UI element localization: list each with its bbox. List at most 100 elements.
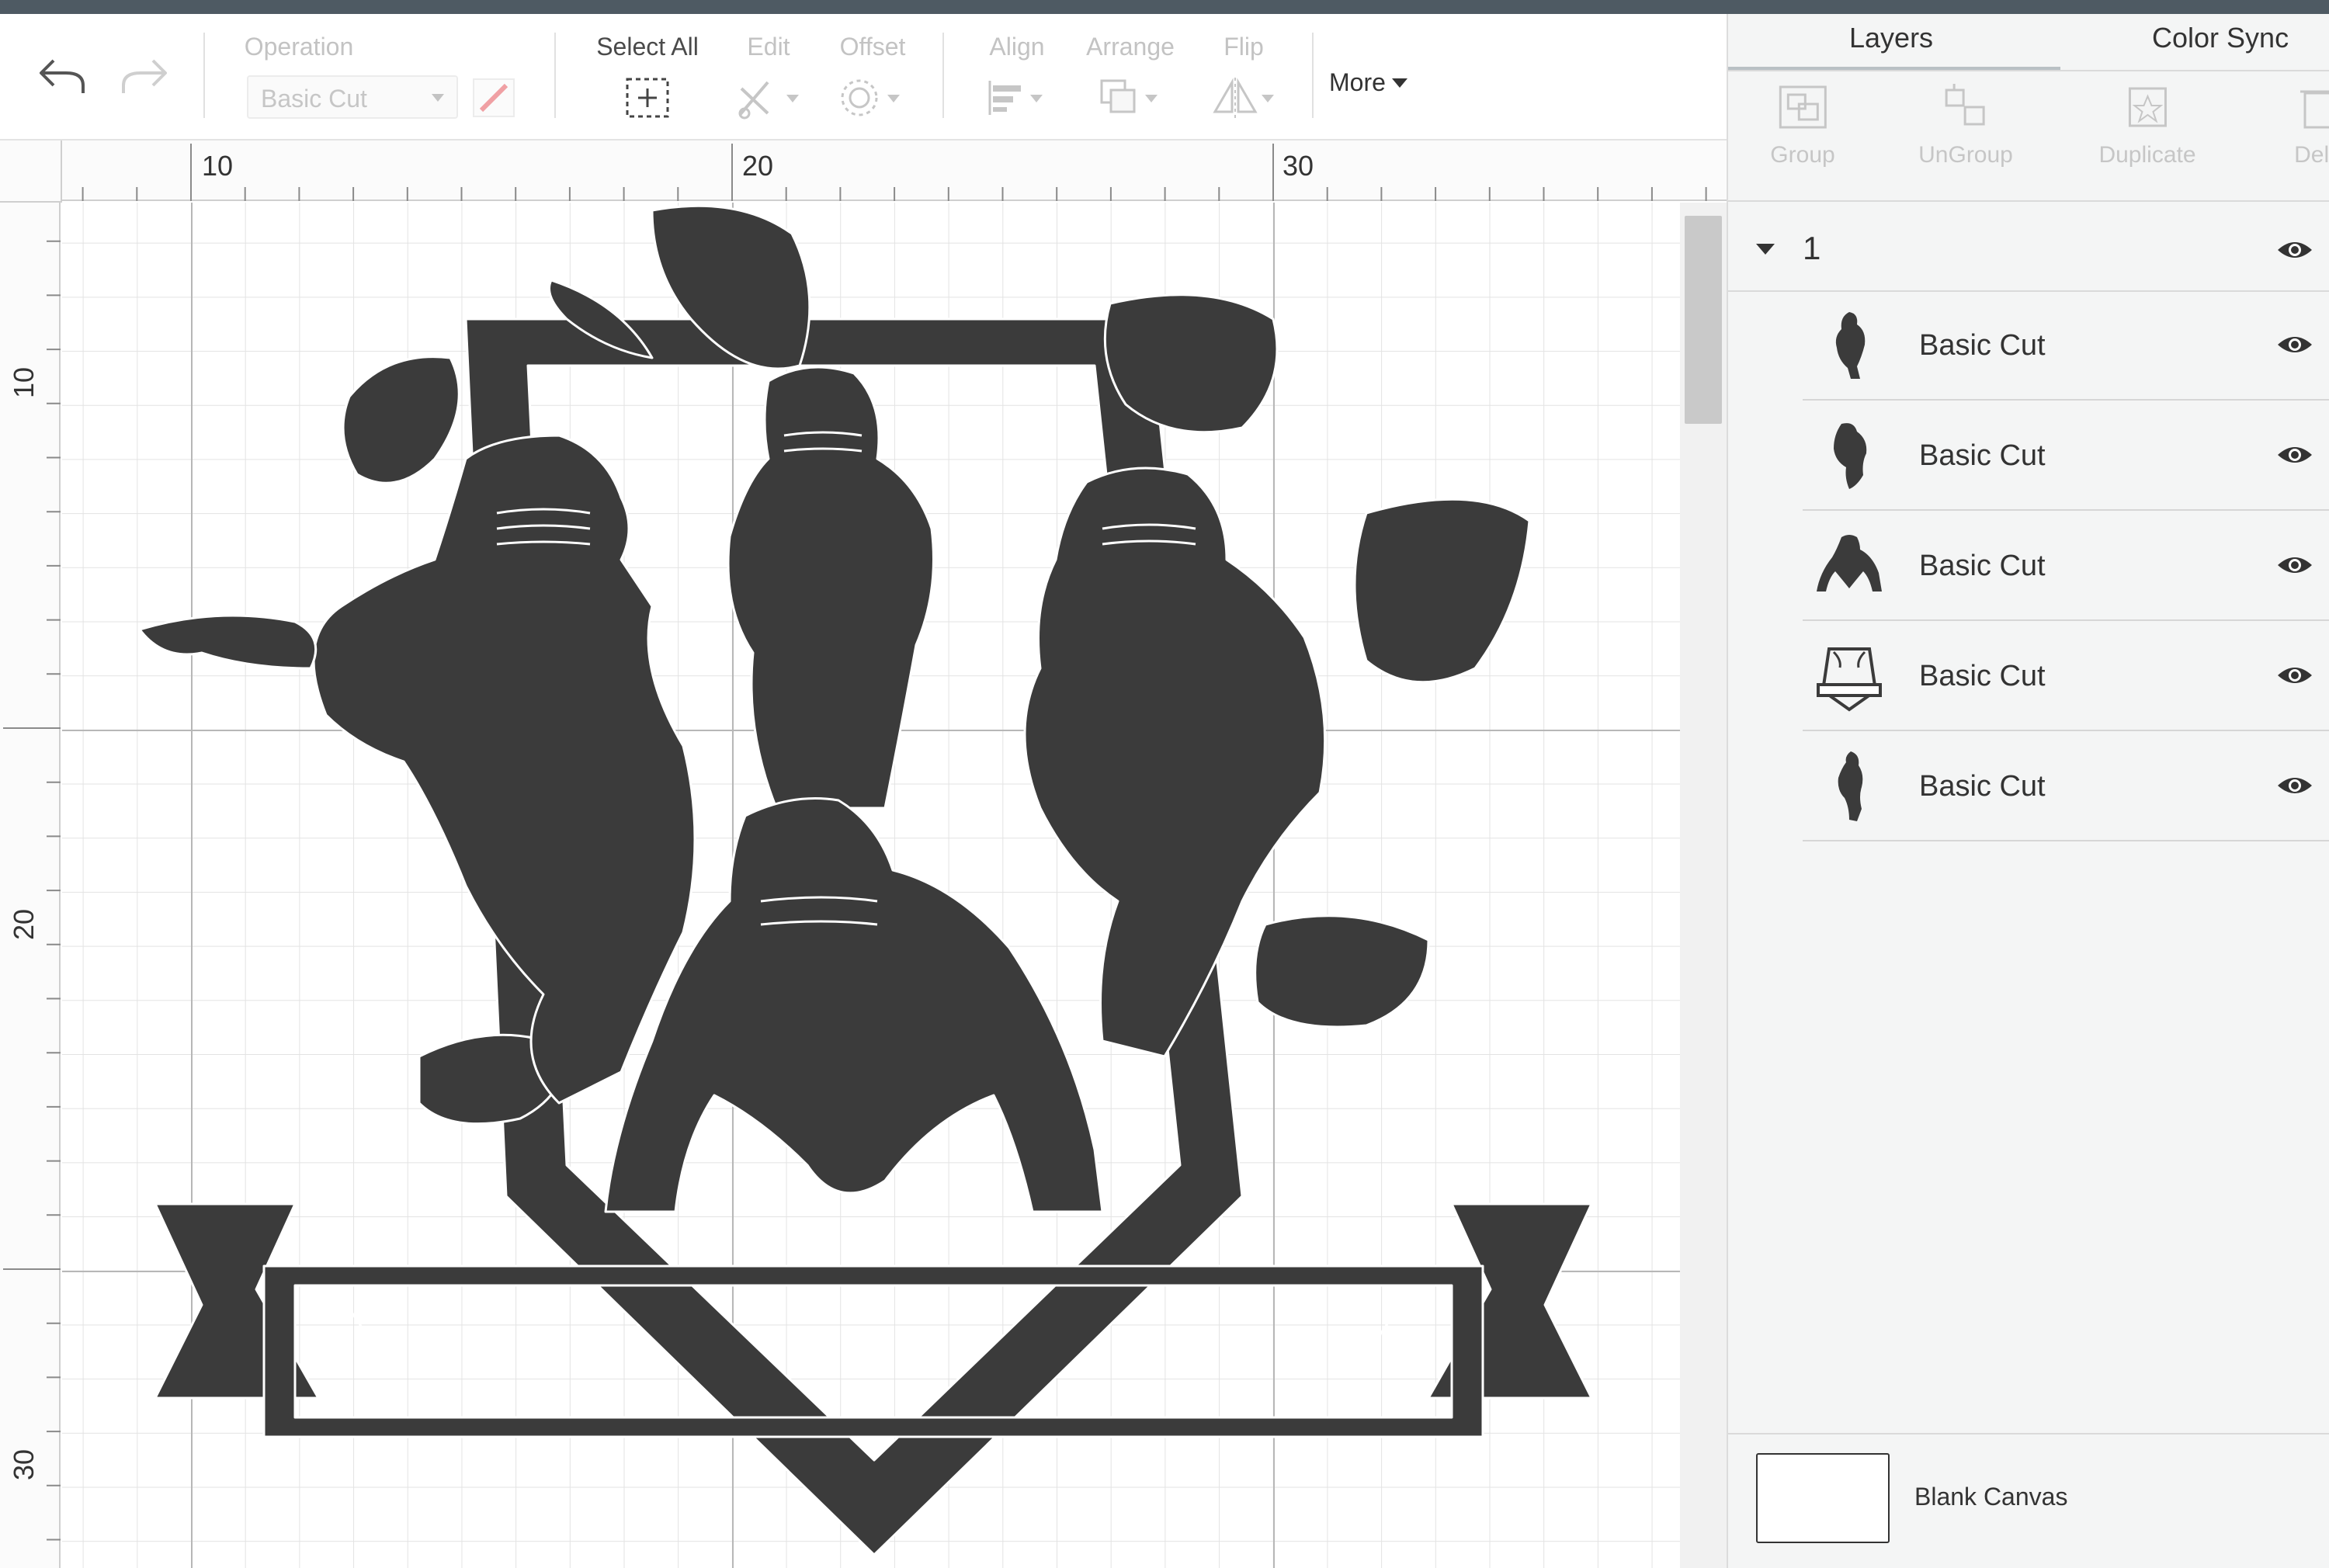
flip-icon bbox=[1213, 78, 1274, 118]
layer-name: Basic Cut bbox=[1919, 770, 2046, 803]
chevron-down-icon bbox=[432, 94, 444, 102]
panel-tabs: Layers Color Sync bbox=[1728, 14, 2329, 71]
edit-button[interactable] bbox=[733, 73, 804, 123]
select-all-button[interactable] bbox=[621, 73, 674, 123]
eye-icon[interactable] bbox=[2276, 334, 2313, 356]
layer-row[interactable]: Basic Cut bbox=[1803, 512, 2329, 621]
arrange-icon bbox=[1100, 79, 1158, 113]
football-bottom-right bbox=[1254, 914, 1430, 1029]
eye-icon[interactable] bbox=[2276, 444, 2313, 466]
tools-divider bbox=[1728, 200, 2329, 202]
football-team-design[interactable] bbox=[62, 203, 1727, 1568]
duplicate-button[interactable]: Duplicate bbox=[2098, 82, 2196, 168]
blank-canvas-swatch[interactable] bbox=[1756, 1453, 1890, 1543]
layers-panel: Layers Color Sync Group UnGroup Duplicat… bbox=[1727, 14, 2329, 1568]
edit-label: Edit bbox=[747, 33, 790, 61]
canvas-scrollbar-thumb[interactable] bbox=[1685, 216, 1722, 424]
tab-color-sync[interactable]: Color Sync bbox=[2152, 22, 2289, 54]
ungroup-icon bbox=[1945, 84, 1985, 126]
delete-icon bbox=[2300, 90, 2329, 129]
toolbar-separator bbox=[203, 33, 205, 118]
group-label: Group bbox=[1770, 142, 1835, 168]
horizontal-ruler: 10 20 30 bbox=[0, 140, 1727, 201]
eye-icon[interactable] bbox=[2276, 775, 2313, 796]
layer-row[interactable]: Basic Cut bbox=[1803, 292, 2329, 401]
delete-button[interactable]: Dele bbox=[2291, 82, 2329, 168]
align-icon bbox=[988, 81, 1043, 115]
select-all-label: Select All bbox=[596, 33, 699, 61]
ungroup-button[interactable]: UnGroup bbox=[1918, 82, 2013, 168]
align-button[interactable] bbox=[980, 73, 1054, 123]
ruler-label-10: 10 bbox=[202, 150, 234, 182]
operation-select[interactable]: Basic Cut bbox=[247, 75, 458, 119]
arrange-button[interactable] bbox=[1093, 73, 1168, 123]
group-name: 1 bbox=[1803, 230, 1821, 266]
ruler-label-20: 20 bbox=[742, 150, 774, 182]
eye-icon[interactable] bbox=[2276, 554, 2313, 576]
ruler-label-v10: 10 bbox=[8, 366, 40, 398]
pen-icon bbox=[473, 78, 515, 117]
streamer-left bbox=[138, 614, 318, 670]
offset-icon bbox=[841, 79, 900, 116]
toolbar-separator bbox=[554, 33, 556, 118]
ruler-corner bbox=[0, 140, 62, 203]
layer-group-row[interactable]: 1 bbox=[1728, 208, 2329, 292]
toolbar-separator bbox=[942, 33, 944, 118]
ruler-label-30: 30 bbox=[1283, 150, 1314, 182]
select-all-icon bbox=[626, 78, 669, 118]
flip-label: Flip bbox=[1224, 33, 1264, 61]
layer-name: Basic Cut bbox=[1919, 660, 2046, 692]
ruler-ticks-vertical bbox=[3, 240, 61, 1541]
layer-row[interactable]: Basic Cut bbox=[1803, 623, 2329, 731]
layer-row[interactable]: Basic Cut bbox=[1803, 733, 2329, 841]
layer-name: Basic Cut bbox=[1919, 439, 2046, 472]
collapse-triangle-icon[interactable] bbox=[1756, 244, 1775, 255]
player-throwing-thumbnail bbox=[1838, 751, 1863, 821]
player-catching-thumbnail bbox=[1834, 423, 1867, 489]
offset-label: Offset bbox=[839, 33, 906, 61]
ruler-label-v30: 30 bbox=[8, 1448, 40, 1480]
blank-canvas-divider bbox=[1728, 1433, 2329, 1434]
undo-button[interactable] bbox=[31, 51, 93, 101]
ruler-ticks-horizontal bbox=[82, 144, 1707, 201]
football-right bbox=[1353, 498, 1531, 684]
pen-color-button[interactable] bbox=[470, 76, 517, 120]
align-label: Align bbox=[989, 33, 1045, 61]
player-running-thumbnail bbox=[1835, 312, 1866, 379]
duplicate-icon bbox=[2128, 87, 2167, 127]
redo-icon bbox=[122, 59, 167, 93]
layer-name: Basic Cut bbox=[1919, 329, 2046, 362]
redo-button[interactable] bbox=[113, 51, 175, 101]
ruler-label-v20: 20 bbox=[8, 908, 40, 940]
vertical-ruler: 10 20 30 bbox=[0, 201, 61, 1568]
banner-main bbox=[262, 1264, 1484, 1438]
shield-banner-thumbnail bbox=[1817, 647, 1882, 712]
toolbar: Operation Basic Cut Select All Edit Offs… bbox=[0, 14, 1727, 140]
design-canvas[interactable] bbox=[62, 203, 1727, 1568]
layer-row[interactable]: Basic Cut bbox=[1803, 402, 2329, 511]
window-top-bar bbox=[0, 0, 2329, 14]
player-crouching-thumbnail bbox=[1817, 535, 1882, 591]
eye-icon[interactable] bbox=[2276, 664, 2313, 686]
group-button[interactable]: Group bbox=[1770, 82, 1835, 168]
blank-canvas-label: Blank Canvas bbox=[1914, 1483, 2068, 1511]
scissors-pen-icon bbox=[738, 81, 799, 120]
arrange-label: Arrange bbox=[1086, 33, 1175, 61]
more-label: More bbox=[1329, 68, 1386, 96]
flip-button[interactable] bbox=[1206, 73, 1281, 123]
caret-down-icon bbox=[1391, 78, 1407, 88]
tab-layers[interactable]: Layers bbox=[1849, 22, 1933, 54]
layer-name: Basic Cut bbox=[1919, 550, 2046, 582]
tabs-divider bbox=[1728, 70, 2329, 71]
delete-label: Dele bbox=[2294, 142, 2329, 168]
eye-icon[interactable] bbox=[2276, 239, 2313, 261]
ungroup-label: UnGroup bbox=[1918, 142, 2013, 168]
offset-button[interactable] bbox=[837, 73, 908, 123]
operation-value: Basic Cut bbox=[261, 85, 367, 113]
group-icon bbox=[1779, 85, 1827, 129]
duplicate-label: Duplicate bbox=[2098, 142, 2196, 168]
operation-label: Operation bbox=[244, 33, 354, 61]
more-button[interactable]: More bbox=[1329, 68, 1407, 97]
toolbar-separator bbox=[1312, 33, 1314, 118]
undo-icon bbox=[40, 59, 85, 93]
